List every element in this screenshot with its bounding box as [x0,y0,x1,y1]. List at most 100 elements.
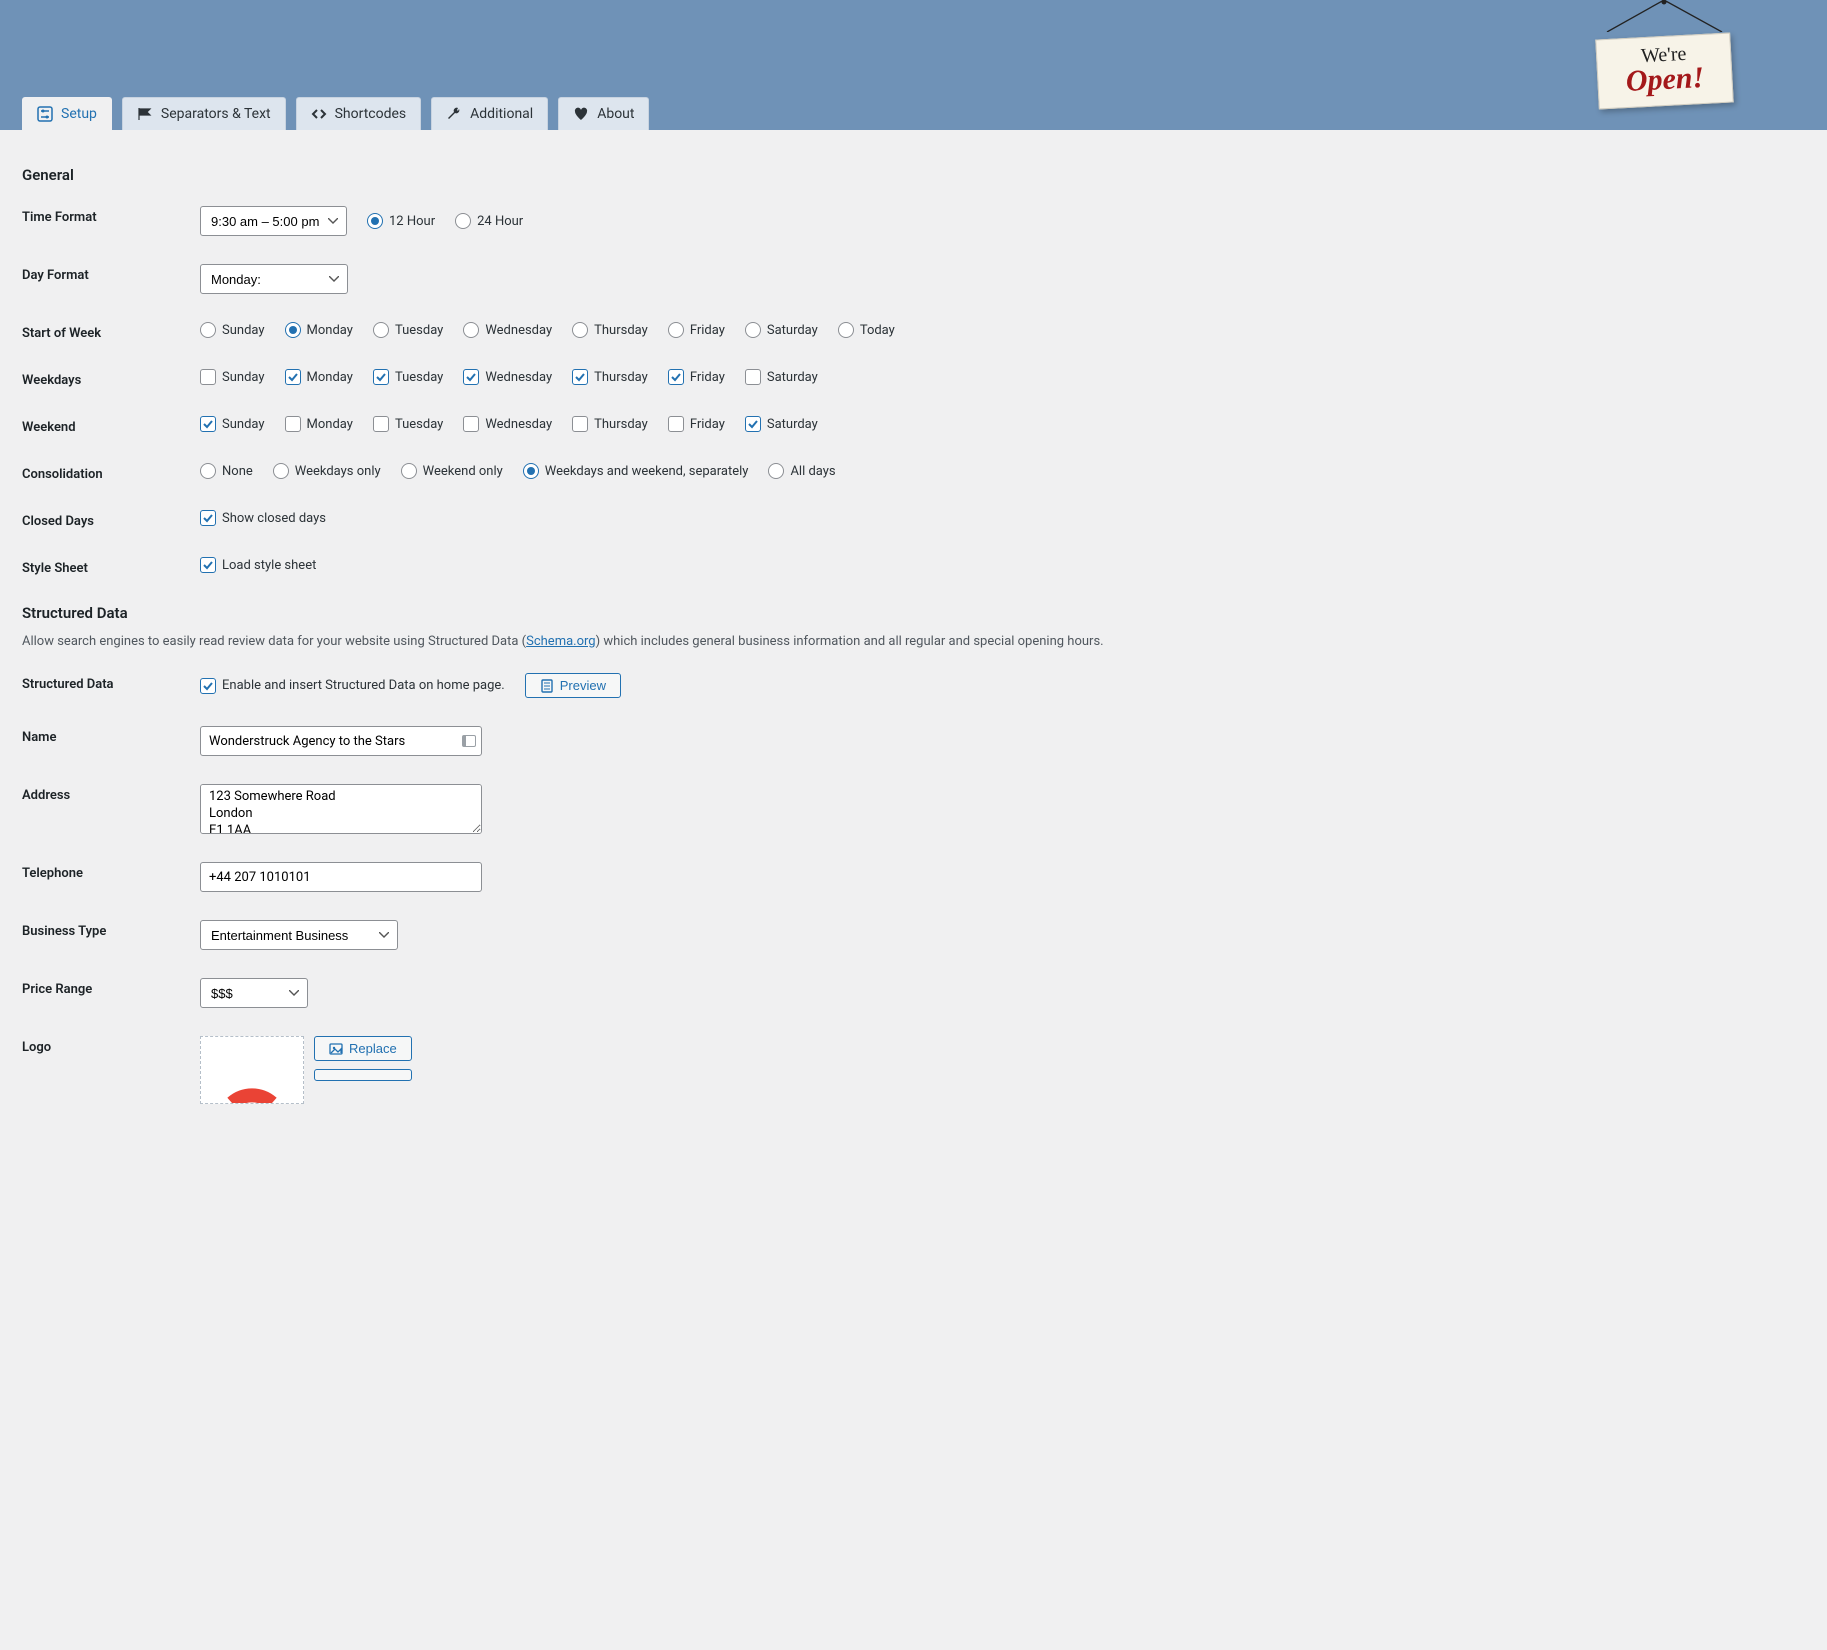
schema-link[interactable]: Schema.org [526,634,595,649]
radio-consolidation-weekend-only[interactable]: Weekend only [401,463,503,479]
name-input[interactable] [200,726,482,756]
radio-label: Thursday [594,323,648,338]
radio-consolidation-all-days[interactable]: All days [768,463,835,479]
business-type-select[interactable]: Entertainment Business [200,920,398,950]
replace-button[interactable]: Replace [314,1036,412,1061]
checkbox-label: Tuesday [395,370,443,385]
radio-start-week-friday[interactable]: Friday [668,322,725,338]
checkbox-weekend-thursday[interactable]: Thursday [572,416,648,432]
radio-start-week-tuesday[interactable]: Tuesday [373,322,443,338]
day-format-select[interactable]: Monday: [200,264,348,294]
radio-label: Weekend only [423,464,503,479]
radio-start-week-monday[interactable]: Monday [285,322,353,338]
checkbox-label: Saturday [767,417,818,432]
checkbox-label: Monday [307,417,353,432]
checkbox-label: Wednesday [485,417,552,432]
tab-about[interactable]: About [558,97,649,130]
label-business-type: Business Type [22,920,200,939]
tabs: Setup Separators & Text Shortcodes Addit… [22,97,649,130]
wrench-icon [446,106,462,122]
checkbox-label: Enable and insert Structured Data on hom… [222,678,505,693]
sliders-icon [37,106,53,122]
logo-second-button[interactable] [314,1069,412,1081]
radio-consolidation-none[interactable]: None [200,463,253,479]
tab-setup[interactable]: Setup [22,97,112,130]
checkbox-weekend-saturday[interactable]: Saturday [745,416,818,432]
radio-12-hour[interactable]: 12 Hour [367,213,435,229]
heading-general: General [22,166,1805,184]
sign-strings [1597,0,1732,32]
checkbox-weekend-friday[interactable]: Friday [668,416,725,432]
telephone-input[interactable] [200,862,482,892]
radio-label: 12 Hour [389,214,435,229]
checkbox-structured-data[interactable]: Enable and insert Structured Data on hom… [200,678,505,694]
image-icon [329,1042,343,1056]
tab-label: Separators & Text [161,106,271,122]
radio-label: Friday [690,323,725,338]
checkbox-weekdays-wednesday[interactable]: Wednesday [463,369,552,385]
radio-consolidation-weekdays-and-weekend-separately[interactable]: Weekdays and weekend, separately [523,463,749,479]
radio-start-week-wednesday[interactable]: Wednesday [463,322,552,338]
checkbox-closed-days[interactable]: Show closed days [200,510,326,526]
label-style-sheet: Style Sheet [22,557,200,576]
checkbox-weekend-monday[interactable]: Monday [285,416,353,432]
label-address: Address [22,784,200,803]
open-sign: We're Open! [1597,0,1732,106]
label-name: Name [22,726,200,745]
radio-label: Tuesday [395,323,443,338]
label-weekdays: Weekdays [22,369,200,388]
logo-preview[interactable] [200,1036,304,1104]
radio-label: Weekdays and weekend, separately [545,464,749,479]
flag-icon [137,106,153,122]
checkbox-weekdays-sunday[interactable]: Sunday [200,369,265,385]
checkbox-weekdays-friday[interactable]: Friday [668,369,725,385]
time-format-select[interactable]: 9:30 am – 5:00 pm [200,206,347,236]
checkbox-weekdays-monday[interactable]: Monday [285,369,353,385]
label-structured-data: Structured Data [22,673,200,692]
document-icon [540,679,554,693]
tab-label: About [597,106,634,122]
radio-start-week-thursday[interactable]: Thursday [572,322,648,338]
radio-consolidation-weekdays-only[interactable]: Weekdays only [273,463,381,479]
radio-label: Saturday [767,323,818,338]
radio-start-week-sunday[interactable]: Sunday [200,322,265,338]
radio-label: Wednesday [485,323,552,338]
checkbox-weekend-wednesday[interactable]: Wednesday [463,416,552,432]
structured-desc: Allow search engines to easily read revi… [22,634,1805,649]
tab-additional[interactable]: Additional [431,97,548,130]
tab-separators[interactable]: Separators & Text [122,97,286,130]
checkbox-weekdays-saturday[interactable]: Saturday [745,369,818,385]
checkbox-label: Friday [690,370,725,385]
checkbox-label: Thursday [594,417,648,432]
checkbox-weekend-tuesday[interactable]: Tuesday [373,416,443,432]
price-range-select[interactable]: $$$ [200,978,308,1008]
radio-label: Monday [307,323,353,338]
radio-start-week-today[interactable]: Today [838,322,895,338]
checkbox-label: Thursday [594,370,648,385]
tab-label: Shortcodes [335,106,407,122]
radio-label: 24 Hour [477,214,523,229]
checkbox-weekdays-thursday[interactable]: Thursday [572,369,648,385]
checkbox-label: Sunday [222,417,265,432]
checkbox-label: Monday [307,370,353,385]
radio-start-week-saturday[interactable]: Saturday [745,322,818,338]
checkbox-label: Show closed days [222,511,326,526]
checkbox-style-sheet[interactable]: Load style sheet [200,557,316,573]
contact-card-icon [462,735,476,747]
address-textarea[interactable]: 123 Somewhere Road London E1 1AA [200,784,482,834]
heart-icon [573,106,589,122]
button-label: Preview [560,678,606,693]
radio-24-hour[interactable]: 24 Hour [455,213,523,229]
tab-shortcodes[interactable]: Shortcodes [296,97,422,130]
sign-open-text: Open! [1610,62,1720,98]
button-label: Replace [349,1041,397,1056]
checkbox-weekdays-tuesday[interactable]: Tuesday [373,369,443,385]
checkbox-weekend-sunday[interactable]: Sunday [200,416,265,432]
label-telephone: Telephone [22,862,200,881]
checkbox-label: Wednesday [485,370,552,385]
checkbox-label: Sunday [222,370,265,385]
radio-label: Sunday [222,323,265,338]
preview-button[interactable]: Preview [525,673,621,698]
checkbox-label: Saturday [767,370,818,385]
logo-image [217,1053,287,1103]
